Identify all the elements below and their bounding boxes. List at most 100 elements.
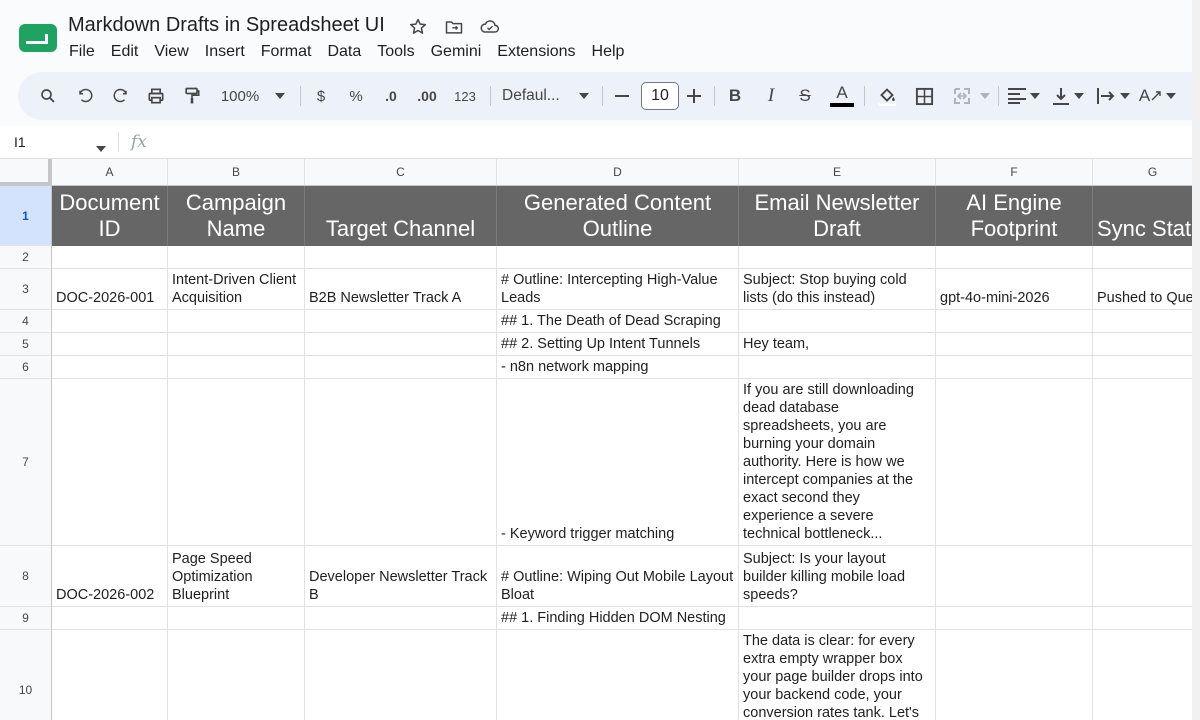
- cell-e6[interactable]: [739, 356, 936, 379]
- font-dropdown-icon[interactable]: [576, 84, 592, 108]
- cell-b5[interactable]: [168, 333, 305, 356]
- row-header-4[interactable]: 4: [0, 310, 52, 333]
- halign-dropdown-icon[interactable]: [1028, 84, 1042, 108]
- currency-format-button[interactable]: $: [310, 84, 332, 108]
- cell-c8[interactable]: Developer Newsletter Track B: [305, 546, 497, 607]
- decrease-decimal-button[interactable]: .0: [378, 84, 404, 108]
- cell-a5[interactable]: [52, 333, 168, 356]
- cell-d2[interactable]: [497, 246, 739, 269]
- cell-e4[interactable]: [739, 310, 936, 333]
- menu-data[interactable]: Data: [319, 41, 369, 63]
- cell-g9[interactable]: [1093, 607, 1200, 630]
- cell-g5[interactable]: [1093, 333, 1200, 356]
- cell-b4[interactable]: [168, 310, 305, 333]
- increase-font-size-button[interactable]: [684, 84, 704, 108]
- cell-g7[interactable]: [1093, 379, 1200, 546]
- cell-d8[interactable]: # Outline: Wiping Out Mobile Layout Bloa…: [497, 546, 739, 607]
- row-header-10[interactable]: 10: [0, 630, 52, 720]
- cell-b9[interactable]: [168, 607, 305, 630]
- cell-c2[interactable]: [305, 246, 497, 269]
- header-cell-g[interactable]: Sync Status: [1093, 186, 1200, 246]
- header-cell-e[interactable]: Email Newsletter Draft: [739, 186, 936, 246]
- cell-f4[interactable]: [936, 310, 1093, 333]
- menu-extensions[interactable]: Extensions: [489, 41, 583, 63]
- cell-b10[interactable]: [168, 630, 305, 720]
- cell-b6[interactable]: [168, 356, 305, 379]
- cell-g6[interactable]: [1093, 356, 1200, 379]
- cell-e7[interactable]: If you are still downloading dead databa…: [739, 379, 936, 546]
- cell-c7[interactable]: [305, 379, 497, 546]
- cell-g8[interactable]: [1093, 546, 1200, 607]
- cell-e8[interactable]: Subject: Is your layout builder killing …: [739, 546, 936, 607]
- font-size-input[interactable]: 10: [641, 82, 679, 110]
- cell-e2[interactable]: [739, 246, 936, 269]
- merge-dropdown-icon[interactable]: [978, 84, 992, 108]
- cell-a8[interactable]: DOC-2026-002: [52, 546, 168, 607]
- header-cell-c[interactable]: Target Channel: [305, 186, 497, 246]
- move-to-folder-icon[interactable]: [443, 16, 465, 38]
- vertical-scrollbar[interactable]: [1192, 0, 1200, 720]
- cell-d6[interactable]: - n8n network mapping: [497, 356, 739, 379]
- cell-b7[interactable]: [168, 379, 305, 546]
- cell-c5[interactable]: [305, 333, 497, 356]
- cell-a10[interactable]: [52, 630, 168, 720]
- cell-a9[interactable]: [52, 607, 168, 630]
- cell-e3[interactable]: Subject: Stop buying cold lists (do this…: [739, 269, 936, 310]
- header-cell-b[interactable]: Campaign Name: [168, 186, 305, 246]
- cell-a4[interactable]: [52, 310, 168, 333]
- cloud-status-icon[interactable]: [479, 16, 501, 38]
- cell-f6[interactable]: [936, 356, 1093, 379]
- menu-format[interactable]: Format: [253, 41, 320, 63]
- formula-input[interactable]: [160, 134, 1180, 152]
- zoom-dropdown-icon[interactable]: [272, 84, 288, 108]
- column-header-a[interactable]: A: [52, 159, 168, 186]
- cell-c3[interactable]: B2B Newsletter Track A: [305, 269, 497, 310]
- column-header-f[interactable]: F: [936, 159, 1093, 186]
- cell-g4[interactable]: [1093, 310, 1200, 333]
- row-header-9[interactable]: 9: [0, 607, 52, 630]
- row-header-5[interactable]: 5: [0, 333, 52, 356]
- row-header-7[interactable]: 7: [0, 379, 52, 546]
- text-rotation-button[interactable]: A: [1138, 84, 1162, 108]
- increase-decimal-button[interactable]: .00: [412, 84, 442, 108]
- text-wrapping-icon[interactable]: [1094, 84, 1118, 108]
- percent-format-button[interactable]: %: [344, 84, 368, 108]
- header-cell-d[interactable]: Generated Content Outline: [497, 186, 739, 246]
- cell-f3[interactable]: gpt-4o-mini-2026: [936, 269, 1093, 310]
- cell-b8[interactable]: Page Speed Optimization Blueprint: [168, 546, 305, 607]
- cell-f10[interactable]: [936, 630, 1093, 720]
- cell-a7[interactable]: [52, 379, 168, 546]
- font-family-select[interactable]: Defaul...: [502, 84, 564, 108]
- cell-g10[interactable]: [1093, 630, 1200, 720]
- cell-c9[interactable]: [305, 607, 497, 630]
- name-box[interactable]: I1: [14, 134, 26, 150]
- bold-button[interactable]: B: [724, 84, 746, 108]
- cell-d5[interactable]: ## 2. Setting Up Intent Tunnels: [497, 333, 739, 356]
- cell-f2[interactable]: [936, 246, 1093, 269]
- italic-button[interactable]: I: [760, 84, 782, 108]
- cell-d7[interactable]: - Keyword trigger matching: [497, 379, 739, 546]
- cell-f9[interactable]: [936, 607, 1093, 630]
- star-icon[interactable]: [407, 16, 429, 38]
- search-menus-icon[interactable]: [36, 84, 60, 108]
- column-header-g[interactable]: G: [1093, 159, 1200, 186]
- zoom-select[interactable]: 100%: [216, 84, 264, 108]
- select-all-corner[interactable]: [0, 159, 52, 186]
- menu-tools[interactable]: Tools: [369, 41, 422, 63]
- strikethrough-button[interactable]: S: [794, 84, 816, 108]
- cell-g2[interactable]: [1093, 246, 1200, 269]
- cell-d3[interactable]: # Outline: Intercepting High-Value Leads: [497, 269, 739, 310]
- cell-c10[interactable]: [305, 630, 497, 720]
- header-cell-f[interactable]: AI Engine Footprint: [936, 186, 1093, 246]
- column-header-e[interactable]: E: [739, 159, 936, 186]
- cell-a3[interactable]: DOC-2026-001: [52, 269, 168, 310]
- print-icon[interactable]: [144, 84, 168, 108]
- cell-b2[interactable]: [168, 246, 305, 269]
- column-header-c[interactable]: C: [305, 159, 497, 186]
- cell-a2[interactable]: [52, 246, 168, 269]
- cell-d9[interactable]: ## 1. Finding Hidden DOM Nesting: [497, 607, 739, 630]
- redo-icon[interactable]: [108, 84, 132, 108]
- cell-a6[interactable]: [52, 356, 168, 379]
- cell-e9[interactable]: [739, 607, 936, 630]
- cell-g3[interactable]: Pushed to Queue: [1093, 269, 1200, 310]
